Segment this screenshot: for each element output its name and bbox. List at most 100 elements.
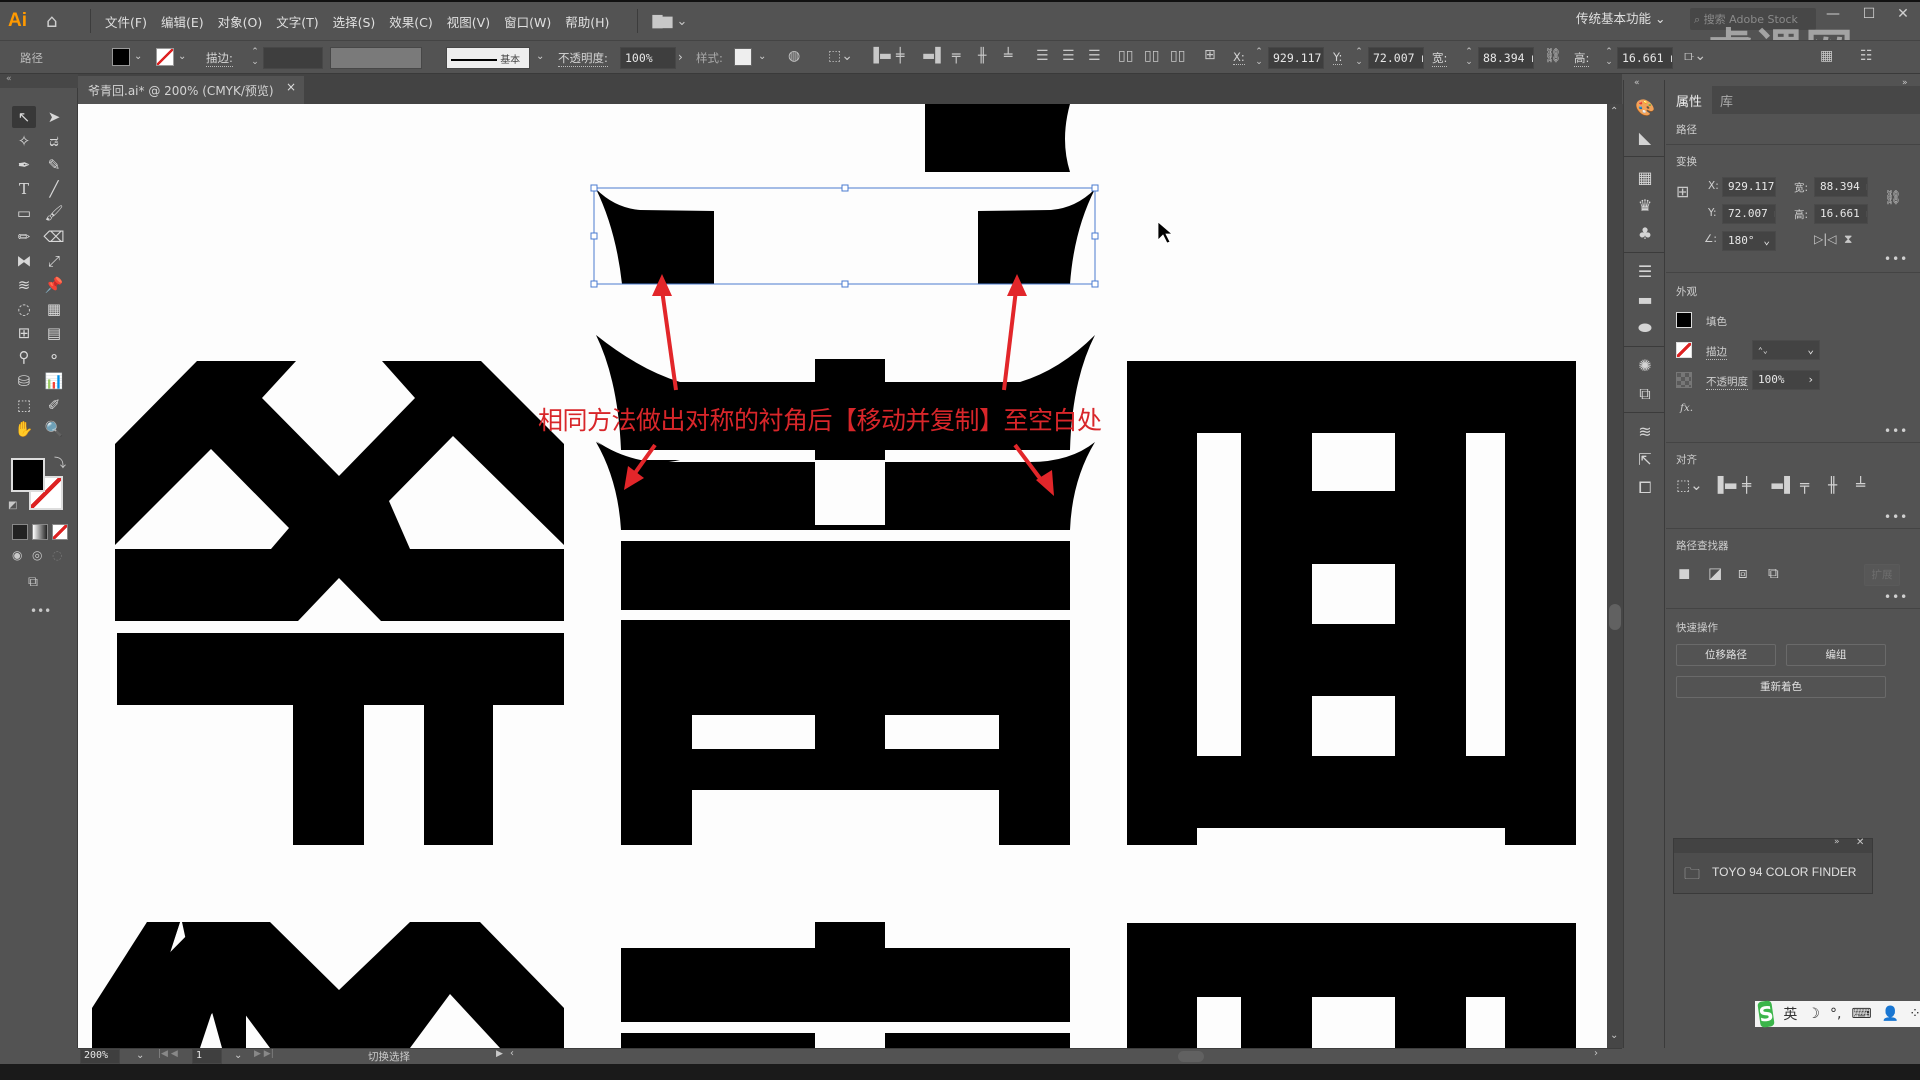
align-to-selection-icon[interactable]: ⬚⌄ (828, 48, 853, 64)
menu-effect[interactable]: 效果(C) (389, 12, 432, 31)
tab-libraries[interactable]: 库 (1710, 86, 1743, 114)
symbols-panel-icon[interactable]: ♣ (1632, 224, 1658, 246)
fill-dropdown-icon[interactable]: ⌄ (134, 51, 142, 62)
first-artboard-icon[interactable]: |◀ ◀ (158, 1049, 178, 1059)
distribute-hcenter-icon[interactable]: ▯▯ (1144, 48, 1159, 64)
recolor-button[interactable]: 重新着色 (1676, 676, 1886, 698)
type-tool-icon[interactable]: T (12, 178, 36, 200)
perspective-grid-tool-icon[interactable]: ▦ (42, 298, 66, 320)
warp-tool-icon[interactable]: ≋ (12, 274, 36, 296)
isolate-icon[interactable]: ▦ (1820, 48, 1833, 64)
magic-wand-tool-icon[interactable]: ✧ (12, 130, 36, 152)
workspace-switcher[interactable]: 传统基本功能 ⌄ (1576, 8, 1665, 27)
recolor-artwork-icon[interactable]: ◍ (788, 48, 800, 64)
edit-toolbar-icon[interactable]: ••• (30, 604, 51, 618)
close-tab-icon[interactable]: × (286, 80, 296, 94)
scroll-down-icon[interactable]: ⌄ (1610, 1030, 1618, 1041)
more-pathfinder-options-icon[interactable]: ••• (1884, 590, 1908, 604)
swatches-panel-icon[interactable]: ▦ (1632, 168, 1658, 190)
color-mode-icon[interactable] (12, 524, 28, 540)
panel-close-icon[interactable]: ✕ (1856, 837, 1864, 848)
blend-tool-icon[interactable]: ⚬ (42, 346, 66, 368)
align-right-icon[interactable]: ▬▌ (1770, 476, 1796, 494)
scroll-up-icon[interactable]: ⌃ (1610, 106, 1618, 117)
status-menu-icon[interactable]: ▶ (496, 1049, 503, 1059)
opacity-expand-icon[interactable]: › (678, 50, 683, 64)
appearance-stroke-weight[interactable]: ⌃⌄ ⌄ (1752, 340, 1820, 360)
transform-options-icon[interactable]: ⟥⌄ (1684, 48, 1706, 64)
stroke-swatch[interactable] (156, 48, 174, 66)
menu-object[interactable]: 对象(O) (218, 12, 263, 31)
ime-menu-icon[interactable]: ⁘ (1909, 1006, 1920, 1022)
draw-normal-icon[interactable]: ◉ (12, 548, 22, 562)
transform-x-input[interactable]: 929.117 (1722, 177, 1776, 197)
lasso-tool-icon[interactable]: ಡ (42, 130, 66, 152)
style-dropdown-icon[interactable]: ⌄ (758, 51, 766, 62)
vertical-scroll-thumb[interactable] (1609, 604, 1621, 630)
offset-path-button[interactable]: 位移路径 (1676, 644, 1776, 666)
dock-group-grip[interactable] (1624, 346, 1664, 354)
artboard-tool-icon[interactable]: ⬚ (12, 394, 36, 416)
draw-behind-icon[interactable]: ◎ (32, 548, 42, 562)
rotate-angle-input[interactable]: 180° ⌄ (1722, 231, 1776, 251)
next-artboard-icon[interactable]: ▶ ▶| (254, 1049, 274, 1059)
arrange-documents-icon[interactable]: ▇▆ ⌄ (652, 14, 687, 29)
draw-inside-icon[interactable]: ◌ (52, 548, 62, 562)
document-tab[interactable]: 爷青回.ai* @ 200% (CMYK/预览) (78, 76, 304, 104)
pathfinder-exclude-icon[interactable]: ⧉ (1768, 564, 1779, 582)
appearance-stroke-swatch[interactable] (1676, 342, 1692, 358)
more-align-options-icon[interactable]: ••• (1884, 510, 1908, 524)
flip-vertical-icon[interactable]: ⧗ (1844, 232, 1852, 247)
swap-fill-stroke-icon[interactable]: ⤵ (54, 454, 66, 471)
artboard-number-field[interactable]: 1 (192, 1049, 222, 1064)
stroke-weight-input[interactable] (263, 47, 323, 69)
y-input[interactable]: 72.007 mm (1368, 47, 1424, 69)
none-mode-icon[interactable] (52, 524, 68, 540)
tab-properties[interactable]: 属性 (1666, 86, 1713, 114)
align-vcenter-icon[interactable]: ╫ (1828, 476, 1837, 494)
home-icon[interactable]: ⌂ (46, 11, 76, 32)
eyedropper-tool-icon[interactable]: ⚲ (12, 346, 36, 368)
shape-builder-tool-icon[interactable]: ◌ (12, 298, 36, 320)
menu-help[interactable]: 帮助(H) (565, 12, 609, 31)
graphic-styles-panel-icon[interactable]: ⧉ (1632, 384, 1658, 406)
dock-group-grip[interactable] (1624, 252, 1664, 260)
constrain-proportions-icon[interactable]: ⛓ (1544, 48, 1562, 64)
zoom-dropdown-icon[interactable]: ⌄ (136, 1050, 144, 1061)
zoom-tool-icon[interactable]: 🔍 (42, 418, 66, 440)
menu-window[interactable]: 窗口(W) (504, 12, 551, 31)
stroke-weight-stepper[interactable]: ⌃ ⌄ (248, 47, 262, 69)
column-graph-tool-icon[interactable]: 📊 (42, 370, 66, 392)
color-panel-icon[interactable]: 🎨 (1632, 98, 1658, 120)
maximize-button[interactable]: ☐ (1856, 6, 1882, 26)
reflect-tool-icon[interactable]: ⧓ (12, 250, 36, 272)
brush-dropdown-icon[interactable]: ⌄ (536, 51, 544, 62)
reference-point-icon[interactable]: ⊞ (1676, 182, 1689, 201)
tools-collapse-icon[interactable]: « (0, 74, 78, 88)
align-to-icon[interactable]: ⬚⌄ (1676, 476, 1703, 494)
variable-width-profile[interactable] (330, 47, 422, 69)
pathfinder-unite-icon[interactable]: ◼ (1678, 564, 1690, 582)
menu-type[interactable]: 文字(T) (276, 12, 318, 31)
brushes-panel-icon[interactable]: ♛ (1632, 196, 1658, 218)
dock-group-grip[interactable] (1624, 156, 1664, 164)
paintbrush-tool-icon[interactable]: 🖌 (42, 202, 66, 224)
artboard-dropdown-icon[interactable]: ⌄ (234, 1050, 242, 1061)
x-stepper[interactable]: ⌃ ⌄ (1252, 47, 1266, 69)
menu-view[interactable]: 视图(V) (447, 12, 490, 31)
panel-menu-icon[interactable]: ☷ (1860, 48, 1873, 64)
artboards-panel-icon[interactable]: ⧠ (1632, 478, 1658, 500)
ime-language-mode[interactable]: 英 (1783, 1004, 1797, 1024)
appearance-fill-swatch[interactable] (1676, 312, 1692, 328)
scale-tool-icon[interactable]: ⤢ (42, 250, 66, 272)
fx-button[interactable]: fx. (1680, 402, 1693, 414)
fill-color-swatch-front[interactable] (11, 458, 45, 492)
align-top-icon[interactable]: ╤ (952, 48, 960, 64)
align-left-icon[interactable]: ▐▬ (1712, 476, 1738, 494)
curvature-tool-icon[interactable]: ✎ (42, 154, 66, 176)
direct-selection-tool-icon[interactable]: ➤ (42, 106, 66, 128)
pathfinder-intersect-icon[interactable]: ⧈ (1738, 564, 1748, 582)
menu-edit[interactable]: 编辑(E) (161, 12, 204, 31)
stroke-dropdown-icon[interactable]: ⌄ (178, 51, 186, 62)
align-right-icon[interactable]: ▬▌ (922, 48, 946, 64)
